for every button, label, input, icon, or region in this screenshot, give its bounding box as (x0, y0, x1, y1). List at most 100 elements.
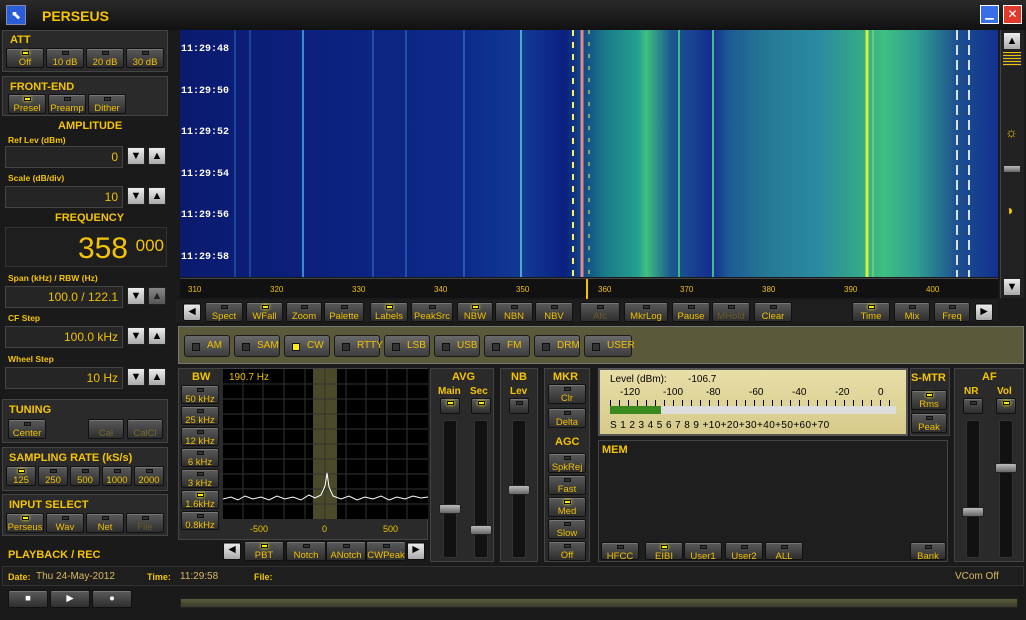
wheel-step-up-arrow[interactable]: ▲ (148, 368, 166, 386)
toolbar-wfall-button[interactable]: WFall (246, 302, 283, 322)
af-nr-toggle[interactable] (963, 398, 983, 414)
agc-fast-button[interactable]: Fast (548, 475, 586, 495)
nb-knob[interactable] (508, 485, 530, 495)
frequency-display[interactable]: 358 000 (5, 227, 167, 267)
mode-rtty-button[interactable]: RTTY (334, 335, 383, 357)
filter-pbt-button[interactable]: PBT (244, 541, 284, 561)
bw-50-khz-button[interactable]: 50 kHz (181, 385, 219, 404)
att-off-button[interactable]: Off (6, 48, 44, 68)
toolbar-palette-button[interactable]: Palette (324, 302, 364, 322)
toolbar-afc-button[interactable]: Afc (580, 302, 620, 322)
play-button[interactable]: ▶ (50, 590, 90, 608)
bw-6-khz-button[interactable]: 6 kHz (181, 448, 219, 467)
tb-left-arrow[interactable]: ◀ (183, 303, 201, 321)
avg-main-knob[interactable] (439, 504, 461, 514)
avg-sec-toggle[interactable] (471, 398, 491, 414)
avg-sec-slider[interactable] (474, 420, 488, 558)
bw-12-khz-button[interactable]: 12 kHz (181, 427, 219, 446)
filter-cwpeak-button[interactable]: CWPeak (366, 541, 406, 561)
toolbar-clear-button[interactable]: Clear (754, 302, 792, 322)
toolbar-labels-button[interactable]: Labels (370, 302, 408, 322)
center-button[interactable]: Center (8, 419, 46, 439)
agc-spkrej-button[interactable]: SpkRej (548, 453, 586, 473)
mem-bank-button[interactable]: Bank (910, 542, 946, 561)
sr-1000-button[interactable]: 1000 (102, 466, 132, 486)
bw-3-khz-button[interactable]: 3 kHz (181, 469, 219, 488)
toolbar-mhold-button[interactable]: MHold (712, 302, 750, 322)
bw-spectrum[interactable]: 190.7 Hz (223, 369, 428, 519)
mode-am-button[interactable]: AM (184, 335, 230, 357)
agc-med-button[interactable]: Med (548, 497, 586, 517)
mode-usb-button[interactable]: USB (434, 335, 480, 357)
filter-anotch-button[interactable]: ANotch (326, 541, 366, 561)
mode-drm-button[interactable]: DRM (534, 335, 580, 357)
toolbar-nbw-button[interactable]: NBW (457, 302, 493, 322)
mode-fm-button[interactable]: FM (484, 335, 530, 357)
att-30-db-button[interactable]: 30 dB (126, 48, 164, 68)
calcl-button[interactable]: CalCl (127, 419, 163, 439)
scale-up-arrow[interactable]: ▲ (148, 187, 166, 205)
mem-hfcc-button[interactable]: HFCC (601, 542, 639, 561)
avg-main-toggle[interactable] (440, 398, 460, 414)
wf-scroll-down-arrow[interactable]: ▼ (1003, 278, 1021, 296)
af-nr-knob[interactable] (962, 507, 984, 517)
toolbar-mkrlog-button[interactable]: MkrLog (624, 302, 668, 322)
filter-notch-button[interactable]: Notch (286, 541, 326, 561)
waterfall-display[interactable] (180, 30, 998, 277)
input-wav-button[interactable]: Wav (46, 513, 84, 533)
mode-sam-button[interactable]: SAM (234, 335, 280, 357)
smtr-peak-button[interactable]: Peak (911, 413, 947, 433)
att-20-db-button[interactable]: 20 dB (86, 48, 124, 68)
mem-user1-button[interactable]: User1 (684, 542, 722, 561)
stop-button[interactable]: ■ (8, 590, 48, 608)
mode-lsb-button[interactable]: LSB (384, 335, 430, 357)
mkr-delta-button[interactable]: Delta (548, 408, 586, 428)
toolbar-spect-button[interactable]: Spect (205, 302, 243, 322)
cal-button[interactable]: Cal (88, 419, 124, 439)
frontend-dither-button[interactable]: Dither (88, 94, 126, 114)
af-vol-toggle[interactable] (996, 398, 1016, 414)
toolbar-nbn-button[interactable]: NBN (495, 302, 533, 322)
input-file-button[interactable]: File (126, 513, 164, 533)
wf-slider-knob[interactable] (1003, 165, 1021, 173)
smtr-rms-button[interactable]: Rms (911, 390, 947, 410)
avg-main-slider[interactable] (443, 420, 457, 558)
contrast-slider-icon[interactable] (1003, 52, 1021, 66)
toolbar-peaksrc-button[interactable]: PeakSrc (411, 302, 453, 322)
span-down-arrow[interactable]: ▼ (127, 287, 145, 305)
mode-user-button[interactable]: USER (584, 335, 635, 357)
ref-level-down-arrow[interactable]: ▼ (127, 147, 145, 165)
mem-all-button[interactable]: ALL (765, 542, 803, 561)
agc-off-button[interactable]: Off (548, 541, 586, 561)
cf-step-down-arrow[interactable]: ▼ (127, 327, 145, 345)
ref-level-field[interactable]: 0 (5, 146, 123, 168)
scale-field[interactable]: 10 (5, 186, 123, 208)
mkr-clr-button[interactable]: Clr (548, 384, 586, 404)
toolbar-time-button[interactable]: Time (852, 302, 890, 322)
input-net-button[interactable]: Net (86, 513, 124, 533)
mode-cw-button[interactable]: CW (284, 335, 330, 357)
toolbar-nbv-button[interactable]: NBV (535, 302, 573, 322)
af-vol-knob[interactable] (995, 463, 1017, 473)
ref-level-up-arrow[interactable]: ▲ (148, 147, 166, 165)
input-perseus-button[interactable]: Perseus (6, 513, 44, 533)
af-nr-slider[interactable] (966, 420, 980, 558)
sr-125-button[interactable]: 125 (6, 466, 36, 486)
app-icon[interactable]: ⬉ (6, 5, 26, 25)
scale-down-arrow[interactable]: ▼ (127, 187, 145, 205)
span-field[interactable]: 100.0 / 122.1 (5, 286, 123, 308)
nb-toggle[interactable] (509, 398, 529, 414)
minimize-button[interactable]: ▁ (980, 5, 999, 24)
playback-progress[interactable] (180, 598, 1018, 608)
bw-25-khz-button[interactable]: 25 kHz (181, 406, 219, 425)
bw-1-6khz-button[interactable]: 1.6kHz (181, 490, 219, 509)
frontend-preamp-button[interactable]: Preamp (48, 94, 86, 114)
cf-step-field[interactable]: 100.0 kHz (5, 326, 123, 348)
sr-500-button[interactable]: 500 (70, 466, 100, 486)
toolbar-freq-button[interactable]: Freq (934, 302, 970, 322)
frontend-presel-button[interactable]: Presel (8, 94, 46, 114)
agc-slow-button[interactable]: Slow (548, 519, 586, 539)
sr-2000-button[interactable]: 2000 (134, 466, 164, 486)
wheel-step-down-arrow[interactable]: ▼ (127, 368, 145, 386)
bw-0-8khz-button[interactable]: 0.8kHz (181, 511, 219, 530)
